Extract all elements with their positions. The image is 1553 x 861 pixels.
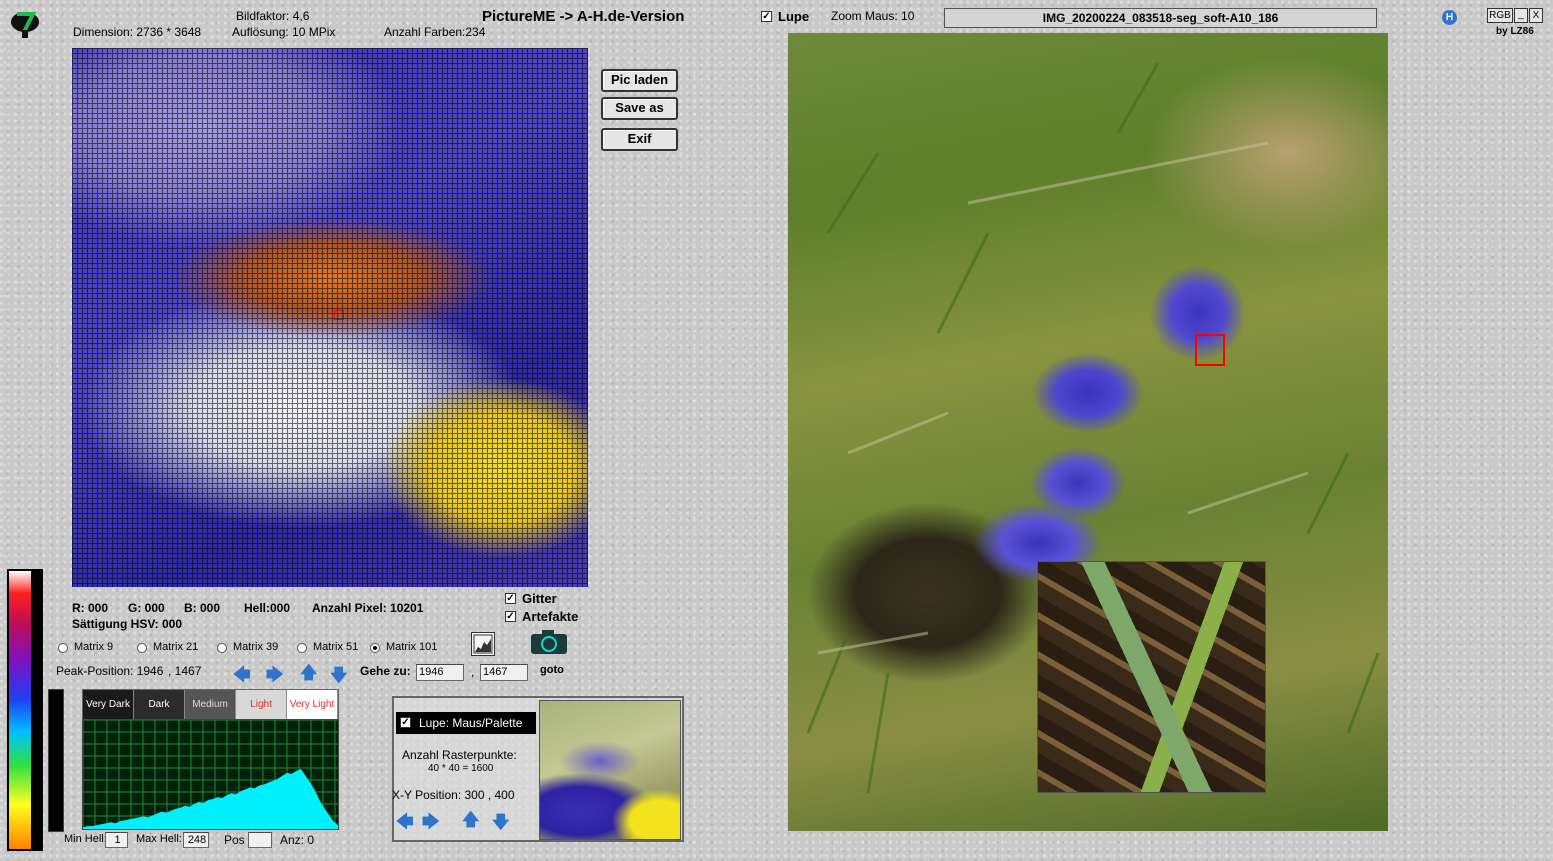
gitter-label: Gitter [522, 591, 557, 606]
arrow-up-icon[interactable]: 🡅 [300, 664, 317, 681]
magnifier-inset [1037, 561, 1266, 793]
current-color-swatch [48, 689, 64, 832]
zoom-label: Zoom Maus: 10 [831, 9, 915, 23]
histogram-chart [82, 719, 339, 830]
lupe-panel: Lupe: Maus/Palette ✓ Anzahl Rasterpunkte… [392, 696, 684, 842]
camera-icon[interactable] [529, 628, 569, 656]
arrow-right-icon[interactable]: 🡆 [266, 666, 284, 683]
matrix-radio-0[interactable] [58, 643, 68, 653]
lupe-arrow-down-icon[interactable]: 🡇 [492, 814, 509, 831]
artefakte-checkbox[interactable]: ✓ [505, 611, 516, 622]
matrix-radio-4[interactable] [370, 643, 380, 653]
filename-field: IMG_20200224_083518-seg_soft-A10_186 [944, 8, 1377, 28]
pos-field[interactable] [248, 832, 272, 848]
peak-position-y: , 1467 [168, 664, 202, 678]
save-as-button[interactable]: Save as [601, 97, 678, 120]
tonal-zone: Very Dark [83, 690, 134, 719]
histogram-area [83, 769, 338, 829]
dimension-label: Dimension: 2736 * 3648 [73, 25, 202, 39]
goto-y-input[interactable]: 1467 [480, 664, 528, 681]
lupe-arrow-up-icon[interactable]: 🡅 [462, 811, 479, 828]
histogram-svg [82, 719, 338, 829]
minimize-button[interactable]: _ [1514, 8, 1528, 23]
color-scale-bar [7, 569, 33, 851]
artefakte-label: Artefakte [522, 609, 579, 624]
saettigung-value: Sättigung HSV: 000 [72, 617, 183, 631]
matrix-radio-2[interactable] [217, 643, 227, 653]
filename-text: IMG_20200224_083518-seg_soft-A10_186 [1042, 11, 1279, 25]
arrow-left-icon[interactable]: 🡄 [233, 666, 251, 683]
anzahl-pixel-value: Anzahl Pixel: 10201 [312, 601, 424, 615]
r-value: R: 000 [72, 601, 109, 615]
lupe-mode-checkbox[interactable]: ✓ [400, 717, 411, 728]
main-photo[interactable] [788, 33, 1388, 831]
bildfaktor-label: Bildfaktor: 4,6 [236, 9, 310, 23]
arrow-down-icon[interactable]: 🡇 [330, 667, 347, 684]
xy-position: X-Y Position: 300 , 400 [392, 788, 515, 802]
tonal-zone-bar: Very Dark Dark Medium Light Very Light [82, 689, 339, 719]
goto-separator: , [471, 665, 475, 679]
anz-label: Anz: 0 [280, 833, 315, 847]
tonal-zone: Medium [185, 690, 236, 719]
zoomed-grid-view[interactable] [72, 48, 588, 587]
raster-value: 40 * 40 = 1600 [428, 763, 494, 774]
brightness-scale-bar [33, 569, 43, 851]
goto-button[interactable]: goto [540, 664, 564, 676]
min-hell-field[interactable]: 1 [105, 832, 128, 848]
matrix-radio-label: Matrix 21 [153, 641, 199, 653]
lupe-preview [539, 700, 681, 840]
gehe-zu-label: Gehe zu: [360, 664, 411, 678]
aufloesung-label: Auflösung: 10 MPix [232, 25, 336, 39]
matrix-radio-label: Matrix 51 [313, 641, 359, 653]
histogram-icon[interactable] [471, 632, 495, 656]
g-value: G: 000 [128, 601, 165, 615]
lupe-checkbox[interactable]: ✓ [761, 11, 772, 22]
min-hell-label: Min Hell: [64, 833, 107, 845]
matrix-radio-3[interactable] [297, 643, 307, 653]
farben-label: Anzahl Farben:234 [384, 25, 486, 39]
matrix-radio-label: Matrix 39 [233, 641, 279, 653]
tonal-zone: Dark [134, 690, 185, 719]
matrix-radio-label: Matrix 101 [386, 641, 438, 653]
pic-laden-button[interactable]: Pic laden [601, 69, 678, 92]
close-button[interactable]: X [1529, 8, 1543, 23]
app-logo [8, 8, 42, 40]
lupe-label: Lupe [778, 9, 810, 24]
lupe-mode-checkbox-bar[interactable]: Lupe: Maus/Palette [396, 712, 536, 734]
grid-cursor-marker [334, 310, 344, 320]
rgb-button[interactable]: RGB [1487, 8, 1513, 23]
hell-value: Hell:000 [244, 601, 291, 615]
max-hell-label: Max Hell: [136, 833, 182, 845]
raster-label: Anzahl Rasterpunkte: [402, 748, 517, 762]
max-hell-field[interactable]: 248 [183, 832, 209, 848]
lupe-cursor-box [1195, 334, 1225, 366]
help-icon[interactable]: H [1442, 10, 1457, 25]
matrix-radio-label: Matrix 9 [74, 641, 114, 653]
tonal-zone: Very Light [287, 690, 338, 719]
app-title: PictureME -> A-H.de-Version [482, 8, 685, 25]
byline: by LZ86 [1496, 26, 1534, 37]
exif-button[interactable]: Exif [601, 128, 678, 151]
goto-x-input[interactable]: 1946 [416, 664, 464, 681]
tonal-zone: Light [236, 690, 287, 719]
matrix-radio-1[interactable] [137, 643, 147, 653]
peak-position-label: Peak-Position: 1946 [56, 664, 164, 678]
lupe-arrow-right-icon[interactable]: 🡆 [422, 813, 440, 830]
lupe-arrow-left-icon[interactable]: 🡄 [396, 813, 414, 830]
b-value: B: 000 [184, 601, 221, 615]
gitter-checkbox[interactable]: ✓ [505, 593, 516, 604]
pos-label: Pos [224, 833, 245, 847]
